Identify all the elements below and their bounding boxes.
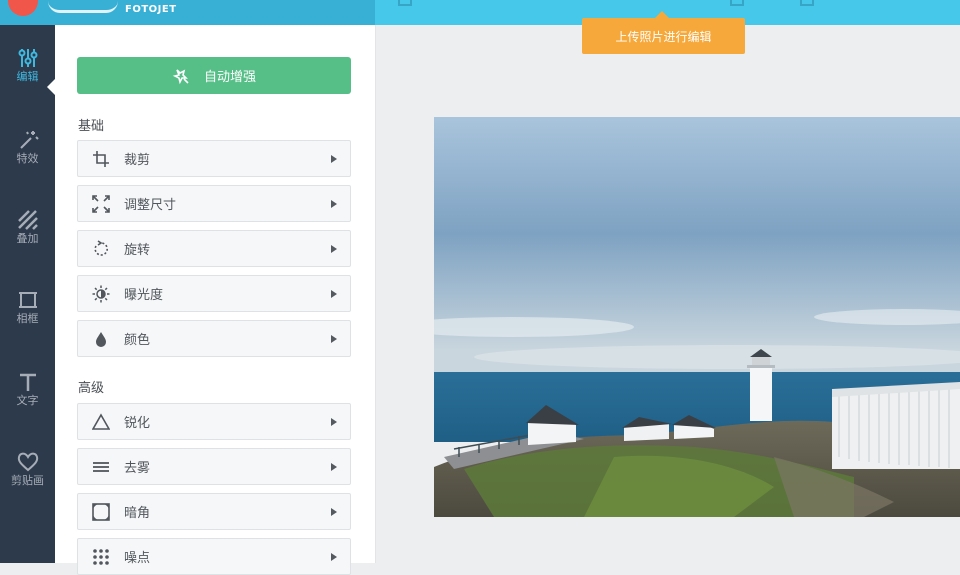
tool-label: 旋转 <box>124 243 151 258</box>
expand-arrow-icon <box>331 244 337 253</box>
resize-icon <box>92 194 110 213</box>
brand-area: FOTOJET <box>0 0 375 25</box>
tool-noise[interactable]: 噪点 <box>77 538 351 575</box>
vignette-icon <box>92 502 110 521</box>
rail-item-label: 特效 <box>16 152 39 165</box>
tool-label: 颜色 <box>124 333 151 348</box>
tool-rotate[interactable]: 旋转 <box>77 230 351 267</box>
brand-logo-swirl <box>48 0 118 13</box>
magic-wand-icon <box>172 68 189 84</box>
rotate-icon <box>94 239 108 256</box>
rail-item-overlay[interactable]: 叠加 <box>0 195 55 259</box>
edit-tool-panel: 自动增强 基础 裁剪 调整尺寸 旋转 曝光度 颜色 高级 锐化 去雾 暗角 噪点 <box>55 25 376 575</box>
sun-icon <box>92 285 110 302</box>
upload-tooltip: 上传照片进行编辑 <box>582 18 745 54</box>
tool-resize[interactable]: 调整尺寸 <box>77 185 351 222</box>
auto-enhance-label: 自动增强 <box>203 70 256 85</box>
tool-sharpen[interactable]: 锐化 <box>77 403 351 440</box>
crop-icon <box>93 150 109 167</box>
tool-exposure[interactable]: 曝光度 <box>77 275 351 312</box>
rail-item-frame[interactable]: 相框 <box>0 275 55 339</box>
expand-arrow-icon <box>331 289 337 298</box>
expand-arrow-icon <box>331 334 337 343</box>
brand-logo-icon <box>8 0 38 16</box>
section-title-advanced: 高级 <box>78 381 105 396</box>
rail-item-label: 叠加 <box>16 232 39 245</box>
expand-arrow-icon <box>331 154 337 163</box>
tool-color[interactable]: 颜色 <box>77 320 351 357</box>
rail-item-clipart[interactable]: 剪贴画 <box>0 437 55 501</box>
tooltip-arrow <box>655 11 669 18</box>
rail-item-label: 文字 <box>16 394 39 407</box>
rail-item-label: 相框 <box>16 312 39 325</box>
lighthouse-photo <box>434 117 960 517</box>
expand-arrow-icon <box>331 507 337 516</box>
save-icon[interactable] <box>730 0 744 6</box>
left-nav-rail: 编辑 特效 叠加 相框 文字 剪贴画 <box>0 25 55 563</box>
tool-label: 暗角 <box>124 506 151 521</box>
tool-label: 裁剪 <box>124 153 151 168</box>
droplet-icon <box>96 331 106 347</box>
tool-label: 去雾 <box>124 461 151 476</box>
expand-arrow-icon <box>331 462 337 471</box>
rail-item-label: 编辑 <box>16 70 39 83</box>
expand-arrow-icon <box>331 552 337 561</box>
section-title-basic: 基础 <box>78 119 105 134</box>
tool-label: 调整尺寸 <box>124 198 177 213</box>
magic-wand-icon <box>19 131 39 149</box>
tool-crop[interactable]: 裁剪 <box>77 140 351 177</box>
tool-label: 曝光度 <box>124 288 164 303</box>
rail-item-effects[interactable]: 特效 <box>0 115 55 179</box>
text-icon <box>19 373 36 391</box>
auto-enhance-button[interactable]: 自动增强 <box>77 57 351 94</box>
share-icon[interactable] <box>800 0 814 6</box>
expand-arrow-icon <box>331 199 337 208</box>
dehaze-lines-icon <box>93 461 109 472</box>
active-indicator <box>47 79 55 95</box>
sliders-icon <box>18 49 37 67</box>
tool-label: 锐化 <box>124 416 151 431</box>
rail-item-text[interactable]: 文字 <box>0 357 55 421</box>
tool-vignette[interactable]: 暗角 <box>77 493 351 530</box>
overlay-stripes-icon <box>17 210 38 230</box>
triangle-icon <box>92 412 110 430</box>
rail-item-label: 剪贴画 <box>11 474 44 487</box>
top-header: FOTOJET <box>0 0 960 25</box>
tool-label: 噪点 <box>124 551 151 566</box>
brand-name: FOTOJET <box>125 4 177 15</box>
undo-icon[interactable] <box>398 0 412 6</box>
tool-dehaze[interactable]: 去雾 <box>77 448 351 485</box>
heart-icon <box>17 452 38 472</box>
frame-icon <box>18 292 37 308</box>
photo-canvas[interactable] <box>434 117 960 517</box>
expand-arrow-icon <box>331 417 337 426</box>
